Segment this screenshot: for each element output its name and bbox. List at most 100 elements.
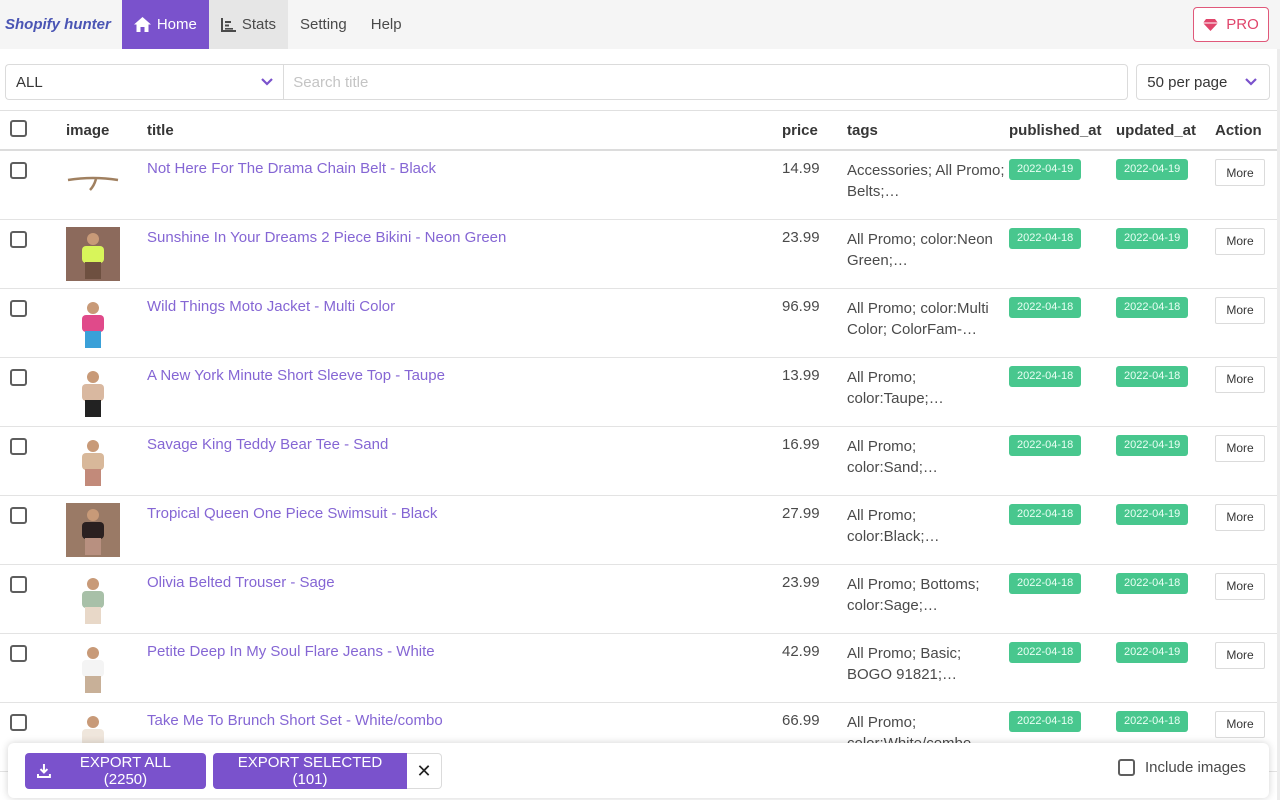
row-checkbox[interactable] [10, 575, 27, 593]
product-image[interactable] [66, 571, 120, 626]
published-date-badge: 2022-04-18 [1009, 641, 1082, 663]
chevron-down-icon [261, 78, 274, 86]
product-image[interactable] [66, 158, 120, 212]
collection-select-value: ALL [16, 73, 43, 91]
search-title-input[interactable] [283, 64, 1129, 100]
product-tags: All Promo; color:Neon Green;… [847, 230, 993, 269]
nav-setting[interactable]: Setting [288, 0, 359, 49]
product-title-link[interactable]: Olivia Belted Trouser - Sage [147, 565, 782, 591]
more-button[interactable]: More [1215, 503, 1265, 531]
column-header-published-at[interactable]: published_at [1009, 111, 1116, 151]
published-date-badge: 2022-04-19 [1009, 159, 1082, 180]
product-title-link[interactable]: Tropical Queen One Piece Swimsuit - Blac… [147, 496, 782, 522]
action-cell: More [1215, 219, 1277, 289]
include-images-checkbox[interactable] [1118, 759, 1135, 776]
include-images-option[interactable]: Include images [1118, 759, 1246, 776]
product-image[interactable] [66, 226, 120, 281]
more-button[interactable]: More [1215, 365, 1265, 393]
per-page-select[interactable]: 50 per page [1136, 64, 1270, 100]
row-checkbox[interactable] [10, 437, 27, 455]
updated-cell: 2022-04-18 [1116, 357, 1215, 427]
updated-date-badge: 2022-04-19 [1116, 227, 1189, 249]
more-button[interactable]: More [1215, 434, 1265, 462]
row-select-cell [0, 288, 66, 358]
table-row: A New York Minute Short Sleeve Top - Tau… [0, 357, 1277, 427]
nav-home[interactable]: Home [121, 0, 209, 49]
product-title-link[interactable]: Wild Things Moto Jacket - Multi Color [147, 289, 782, 315]
more-button[interactable]: More [1215, 572, 1265, 600]
action-cell: More [1215, 495, 1277, 565]
updated-cell: 2022-04-18 [1116, 288, 1215, 358]
top-navbar: Shopify hunter Home Stats Setting Help P… [0, 0, 1280, 49]
product-image[interactable] [66, 364, 120, 419]
pro-button[interactable]: PRO [1193, 7, 1269, 42]
more-button[interactable]: More [1215, 159, 1265, 186]
nav-stats-label: Stats [241, 16, 277, 33]
product-price: 96.99 [782, 297, 820, 315]
row-checkbox[interactable] [10, 713, 27, 731]
column-header-price[interactable]: price [782, 111, 847, 151]
row-checkbox[interactable] [10, 368, 27, 386]
more-button[interactable]: More [1215, 710, 1265, 738]
published-cell: 2022-04-19 [1009, 150, 1116, 220]
published-date-badge: 2022-04-18 [1009, 503, 1082, 525]
row-checkbox[interactable] [10, 506, 27, 524]
column-header-tags[interactable]: tags [847, 111, 1009, 151]
products-table-container: image title price tags published_at upda… [0, 110, 1277, 772]
product-image[interactable] [66, 433, 120, 488]
price-cell: 23.99 [782, 219, 847, 289]
row-checkbox[interactable] [10, 162, 27, 179]
product-image[interactable] [66, 640, 120, 695]
download-icon [37, 764, 51, 778]
product-title-link[interactable]: Petite Deep In My Soul Flare Jeans - Whi… [147, 634, 782, 660]
more-button[interactable]: More [1215, 296, 1265, 324]
column-header-image[interactable]: image [66, 111, 147, 151]
select-all-checkbox[interactable] [10, 119, 27, 137]
updated-date-badge: 2022-04-18 [1116, 296, 1189, 318]
export-all-button[interactable]: EXPORT ALL (2250) [25, 753, 206, 789]
action-cell: More [1215, 357, 1277, 427]
nav-stats[interactable]: Stats [208, 0, 289, 49]
row-select-cell [0, 357, 66, 427]
row-checkbox[interactable] [10, 230, 27, 248]
table-row: Wild Things Moto Jacket - Multi Color 96… [0, 288, 1277, 358]
price-cell: 42.99 [782, 633, 847, 703]
tags-cell: All Promo; color:Taupe;… [847, 357, 1009, 427]
updated-date-badge: 2022-04-18 [1116, 572, 1189, 594]
updated-cell: 2022-04-18 [1116, 564, 1215, 634]
column-header-title[interactable]: title [147, 111, 782, 151]
published-date-badge: 2022-04-18 [1009, 434, 1082, 456]
product-title-link[interactable]: A New York Minute Short Sleeve Top - Tau… [147, 358, 782, 384]
app-brand[interactable]: Shopify hunter [0, 0, 122, 49]
chevron-down-icon [1245, 78, 1257, 86]
tags-cell: All Promo; color:Black;… [847, 495, 1009, 565]
collection-select[interactable]: ALL [5, 64, 284, 100]
product-title-link[interactable]: Take Me To Brunch Short Set - White/comb… [147, 703, 782, 729]
tags-cell: All Promo; color:Sand;… [847, 426, 1009, 496]
row-checkbox[interactable] [10, 644, 27, 662]
clear-selection-button[interactable]: ✕ [407, 753, 442, 789]
product-image[interactable] [66, 502, 120, 557]
tags-cell: All Promo; color:Multi Color; ColorFam-… [847, 288, 1009, 358]
column-header-updated-at[interactable]: updated_at [1116, 111, 1215, 151]
image-cell [66, 564, 147, 634]
product-title-link[interactable]: Savage King Teddy Bear Tee - Sand [147, 427, 782, 453]
more-button[interactable]: More [1215, 227, 1265, 255]
export-selected-button[interactable]: EXPORT SELECTED (101) [213, 753, 407, 789]
row-checkbox[interactable] [10, 299, 27, 317]
action-cell: More [1215, 150, 1277, 220]
product-title-link[interactable]: Not Here For The Drama Chain Belt - Blac… [147, 151, 782, 177]
per-page-value: 50 per page [1147, 73, 1228, 91]
nav-help[interactable]: Help [359, 0, 414, 49]
title-cell: Tropical Queen One Piece Swimsuit - Blac… [147, 495, 782, 565]
pro-label: PRO [1226, 16, 1259, 33]
tags-cell: All Promo; color:Neon Green;… [847, 219, 1009, 289]
updated-date-badge: 2022-04-19 [1116, 503, 1189, 525]
product-image[interactable] [66, 295, 120, 350]
product-title-link[interactable]: Sunshine In Your Dreams 2 Piece Bikini -… [147, 220, 782, 246]
title-cell: Savage King Teddy Bear Tee - Sand [147, 426, 782, 496]
published-date-badge: 2022-04-18 [1009, 227, 1082, 249]
action-cell: More [1215, 564, 1277, 634]
more-button[interactable]: More [1215, 641, 1265, 669]
product-price: 13.99 [782, 366, 820, 384]
